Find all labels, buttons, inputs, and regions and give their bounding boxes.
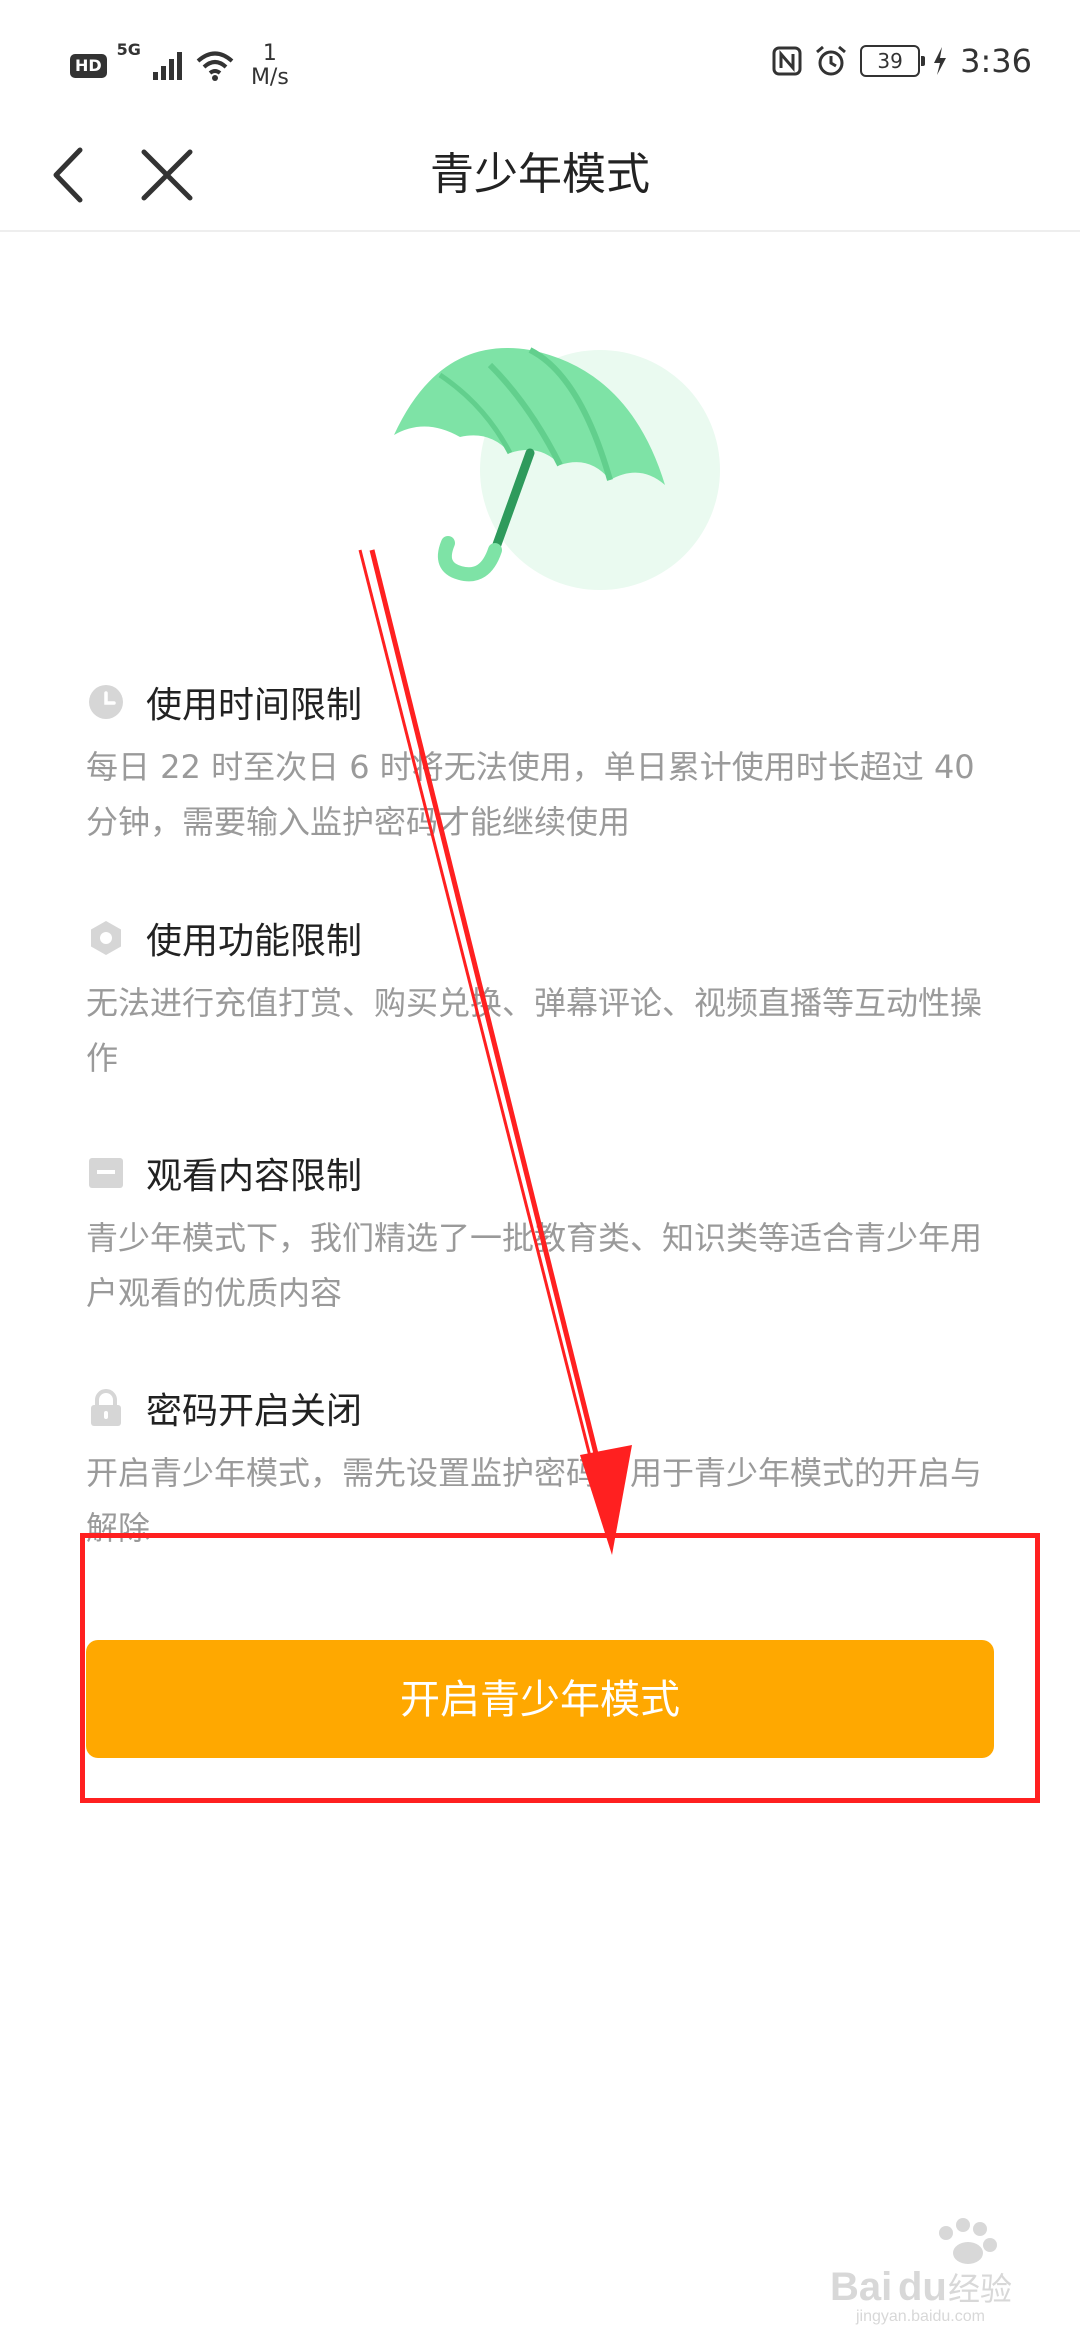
svg-text:jingyan.baidu.com: jingyan.baidu.com [855, 2308, 985, 2325]
svg-text:Bai: Bai [830, 2265, 892, 2309]
alarm-icon [816, 45, 847, 76]
umbrella-illustration [394, 347, 720, 590]
status-right: 39 3:36 [772, 36, 1032, 86]
network-speed: 1 M/s [251, 42, 289, 90]
lock-icon [86, 1388, 126, 1428]
feature-description: 每日 22 时至次日 6 时将无法使用，单日累计使用时长超过 40分钟，需要输入… [86, 748, 975, 841]
content-icon [86, 1153, 126, 1193]
speed-value: 1 [262, 41, 277, 66]
feature-description: 青少年模式下，我们精选了一批教育类、知识类等适合青少年用户观看的优质内容 [86, 1219, 983, 1312]
baidu-jingyan-watermark: Bai du 经验 jingyan.baidu.com [830, 2218, 1012, 2325]
signal-icon [152, 52, 182, 80]
feature-title: 使用功能限制 [146, 921, 363, 962]
clock-icon [86, 682, 126, 722]
charging-icon [934, 47, 947, 75]
clock-time: 3:36 [960, 42, 1032, 80]
battery-indicator: 39 [860, 45, 926, 77]
feature-title: 使用时间限制 [146, 685, 363, 726]
speed-unit: M/s [250, 65, 289, 90]
svg-text:du: du [898, 2265, 947, 2309]
feature-description: 无法进行充值打赏、购买兑换、弹幕评论、视频直播等互动性操作 [86, 984, 983, 1077]
feature-title: 密码开启关闭 [146, 1391, 363, 1432]
highlight-box [80, 1533, 1040, 1803]
close-icon[interactable] [132, 140, 202, 210]
wifi-icon [196, 51, 234, 81]
feature-content-limit: 观看内容限制 青少年模式下，我们精选了一批教育类、知识类等适合青少年用户观看的优… [86, 1143, 1006, 1321]
back-icon[interactable] [40, 140, 110, 210]
nav-bar: 青少年模式 [0, 120, 1080, 232]
nfc-icon [772, 46, 802, 76]
hexagon-icon [86, 918, 126, 958]
feature-time-limit: 使用时间限制 每日 22 时至次日 6 时将无法使用，单日累计使用时长超过 40… [86, 672, 1006, 850]
hd-badge: HD [70, 54, 107, 78]
feature-title: 观看内容限制 [146, 1156, 363, 1197]
status-left: HD 5G 1 M/s [70, 36, 289, 96]
network-type: 5G [116, 40, 141, 59]
svg-text:经验: 经验 [948, 2270, 1012, 2308]
feature-function-limit: 使用功能限制 无法进行充值打赏、购买兑换、弹幕评论、视频直播等互动性操作 [86, 908, 1006, 1086]
feature-password: 密码开启关闭 开启青少年模式，需先设置监护密码，用于青少年模式的开启与解除 [86, 1378, 1006, 1556]
status-bar: HD 5G 1 M/s 39 3:36 [0, 0, 1080, 120]
